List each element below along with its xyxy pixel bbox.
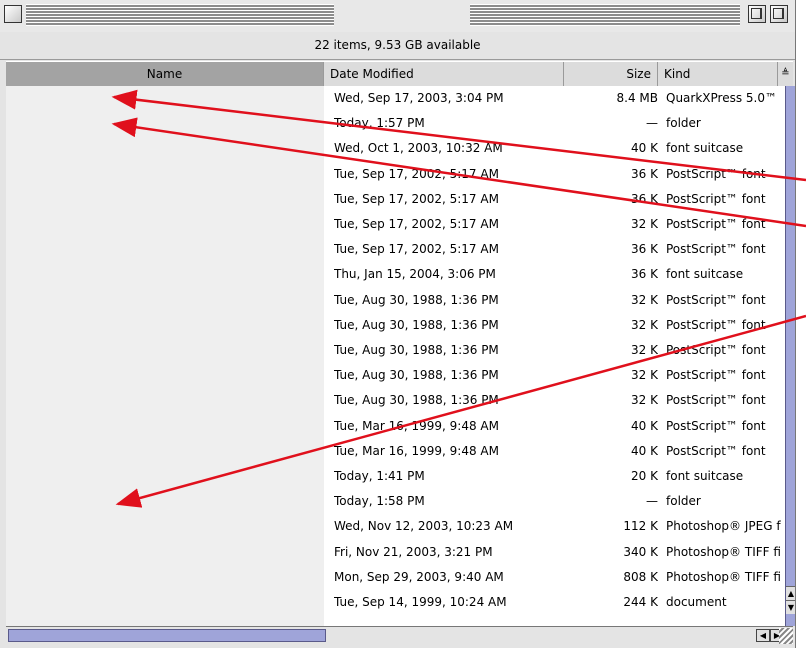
kind-cell: PostScript™ font	[666, 343, 766, 357]
list-item[interactable]: ItcKabBolTue, Aug 30, 1988, 1:36 PM32 KP…	[6, 288, 785, 313]
size-cell: 340 K	[623, 545, 658, 559]
zoom-box-icon[interactable]	[748, 5, 766, 23]
kind-cell: font suitcase	[666, 469, 744, 483]
size-cell: 32 K	[631, 343, 658, 357]
kind-cell: PostScript™ font	[666, 293, 766, 307]
list-item[interactable]: Bembo 1Wed, Oct 1, 2003, 10:32 AM40 Kfon…	[6, 136, 785, 161]
list-item[interactable]: ItcKabMedTue, Aug 30, 1988, 1:36 PM32 KP…	[6, 363, 785, 388]
file-list: CoverWed, Sep 17, 2003, 3:04 PM8.4 MBQua…	[6, 86, 785, 626]
size-cell: 36 K	[631, 267, 658, 281]
kind-cell: PostScript™ font	[666, 318, 766, 332]
kind-cell: PostScript™ font	[666, 393, 766, 407]
kind-cell: PostScript™ font	[666, 217, 766, 231]
size-cell: 808 K	[623, 570, 658, 584]
title-bar-stripes-left	[26, 4, 334, 26]
kind-cell: PostScript™ font	[666, 444, 766, 458]
status-bar: 22 items, 9.53 GB available	[0, 32, 795, 60]
list-item[interactable]: RobusICGTue, Mar 16, 1999, 9:48 AM40 KPo…	[6, 414, 785, 439]
size-cell: 40 K	[631, 444, 658, 458]
list-item[interactable]: RobusICGBolTue, Mar 16, 1999, 9:48 AM40 …	[6, 439, 785, 464]
size-cell: 36 K	[631, 167, 658, 181]
size-cell: —	[646, 116, 658, 130]
size-cell: 20 K	[631, 469, 658, 483]
list-item[interactable]: wilcox text only.epsTue, Sep 14, 1999, 1…	[6, 590, 785, 615]
horizontal-scrollbar[interactable]: ◀ ▶	[6, 626, 793, 645]
title-bar-stripes-right	[470, 4, 740, 26]
list-item[interactable]: Itc Kabel.t1Thu, Jan 15, 2004, 3:06 PM36…	[6, 262, 785, 287]
list-item[interactable]: christina.tifWed, Nov 12, 2003, 10:23 AM…	[6, 514, 785, 539]
list-item[interactable]: ImagesToday, 1:58 PM—folder	[6, 489, 785, 514]
kind-cell: PostScript™ font	[666, 368, 766, 382]
kind-cell: document	[666, 595, 727, 609]
list-item[interactable]: e service logo3 outlines.tifFri, Nov 21,…	[6, 540, 785, 565]
list-item[interactable]: BemboExtBolItaTue, Sep 17, 2002, 5:17 AM…	[6, 162, 785, 187]
column-header: Name Date Modified Size Kind ≜	[6, 61, 793, 87]
size-cell: 36 K	[631, 192, 658, 206]
size-cell: 32 K	[631, 217, 658, 231]
kind-cell: PostScript™ font	[666, 167, 766, 181]
kind-cell: folder	[666, 494, 701, 508]
kind-cell: Photoshop® JPEG f	[666, 519, 781, 533]
scroll-up-arrow-icon[interactable]: ▲	[786, 586, 795, 600]
list-item[interactable]: RobustICG.scrToday, 1:41 PM20 Kfont suit…	[6, 464, 785, 489]
list-item[interactable]: ItcKabBooTue, Aug 30, 1988, 1:36 PM32 KP…	[6, 313, 785, 338]
list-item[interactable]: BemboSemItaTue, Sep 17, 2002, 5:17 AM36 …	[6, 237, 785, 262]
title-bar[interactable]	[0, 0, 795, 32]
list-item[interactable]: El CapitanMon, Sep 29, 2003, 9:40 AM808 …	[6, 565, 785, 590]
kind-cell: PostScript™ font	[666, 242, 766, 256]
vertical-scrollbar[interactable]: ▲ ▼	[785, 86, 795, 626]
size-cell: 32 K	[631, 293, 658, 307]
size-cell: 8.4 MB	[616, 91, 658, 105]
list-item[interactable]: CoverWed, Sep 17, 2003, 3:04 PM8.4 MBQua…	[6, 86, 785, 111]
finder-window: 22 items, 9.53 GB available Name Date Mo…	[0, 0, 796, 648]
kind-cell: folder	[666, 116, 701, 130]
size-cell: 244 K	[623, 595, 658, 609]
horizontal-scroll-thumb[interactable]	[8, 629, 326, 642]
size-cell: 36 K	[631, 242, 658, 256]
column-header-date[interactable]: Date Modified	[324, 62, 564, 86]
size-cell: 32 K	[631, 318, 658, 332]
list-item[interactable]: BemboSemTue, Sep 17, 2002, 5:17 AM32 KPo…	[6, 212, 785, 237]
kind-cell: PostScript™ font	[666, 419, 766, 433]
sort-direction-icon[interactable]: ≜	[778, 62, 793, 86]
size-cell: 112 K	[623, 519, 658, 533]
scroll-down-arrow-icon[interactable]: ▼	[786, 600, 795, 614]
list-item[interactable]: ItcKabDemTue, Aug 30, 1988, 1:36 PM32 KP…	[6, 338, 785, 363]
size-cell: 40 K	[631, 141, 658, 155]
column-header-size[interactable]: Size	[564, 62, 658, 86]
column-header-name[interactable]: Name	[6, 62, 324, 86]
collapse-box-icon[interactable]	[770, 5, 788, 23]
list-item[interactable]: BemboItaTue, Sep 17, 2002, 5:17 AM36 KPo…	[6, 187, 785, 212]
kind-cell: font suitcase	[666, 141, 744, 155]
kind-cell: PostScript™ font	[666, 192, 766, 206]
size-cell: 32 K	[631, 393, 658, 407]
kind-cell: Photoshop® TIFF fi	[666, 545, 781, 559]
kind-cell: QuarkXPress 5.0™	[666, 91, 777, 105]
kind-cell: font suitcase	[666, 267, 744, 281]
resize-grip-icon[interactable]	[779, 628, 793, 644]
close-box-icon[interactable]	[4, 5, 22, 23]
kind-cell: Photoshop® TIFF fi	[666, 570, 781, 584]
size-cell: —	[646, 494, 658, 508]
list-item[interactable]: ItcKabUltTue, Aug 30, 1988, 1:36 PM32 KP…	[6, 388, 785, 413]
column-header-kind[interactable]: Kind	[658, 62, 778, 86]
list-item[interactable]: FontsToday, 1:57 PM—folder	[6, 111, 785, 136]
scroll-left-arrow-icon[interactable]: ◀	[756, 629, 770, 642]
size-cell: 40 K	[631, 419, 658, 433]
size-cell: 32 K	[631, 368, 658, 382]
